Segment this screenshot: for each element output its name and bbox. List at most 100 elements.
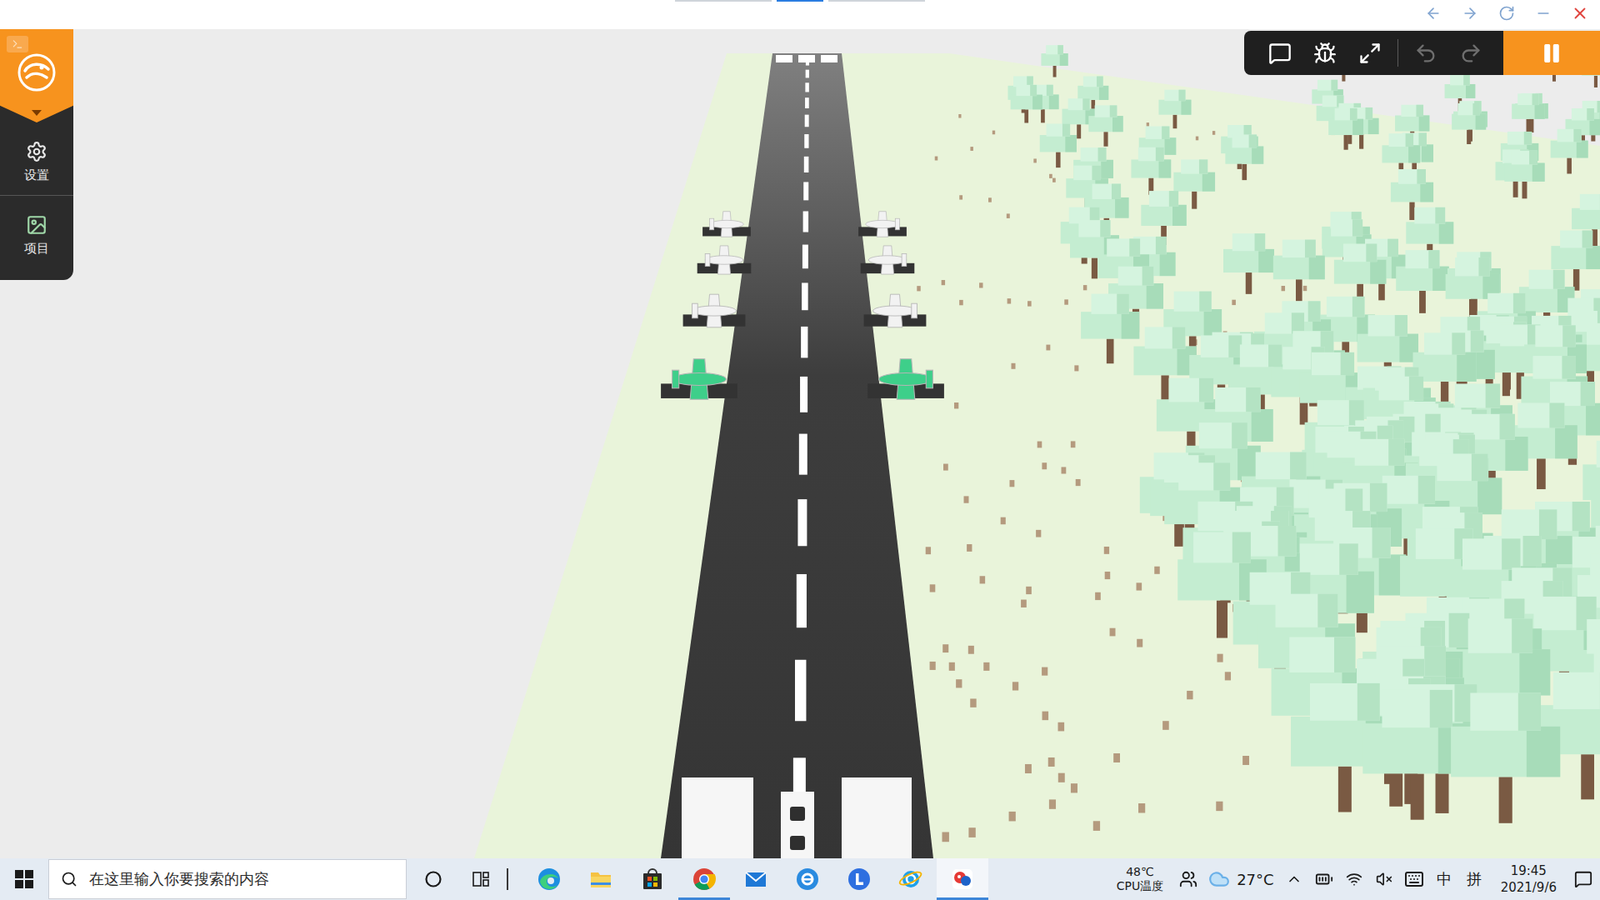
- voxel-tree: [1550, 129, 1589, 175]
- tab-indicator[interactable]: [776, 0, 824, 2]
- taskbar-app[interactable]: [678, 858, 730, 900]
- undo-button[interactable]: [1403, 30, 1449, 75]
- cortana-icon: [424, 870, 443, 889]
- comment-icon: [1268, 41, 1292, 65]
- screen: 设置项目在这里输入你要搜索的内容 48℃CPU温度 27°C 中拼19:452021/…: [0, 0, 1600, 900]
- close-button[interactable]: [1570, 3, 1590, 24]
- show-hidden-icons-button[interactable]: [1280, 858, 1308, 900]
- back-button[interactable]: [1423, 3, 1444, 24]
- voxel-tree: [1225, 134, 1264, 180]
- redo-button[interactable]: [1448, 30, 1494, 75]
- internet-explorer-icon: [898, 866, 924, 892]
- airplane: [867, 359, 945, 400]
- task-view-icon: [471, 870, 490, 889]
- network-button[interactable]: [1340, 858, 1368, 900]
- fullscreen-button[interactable]: [1347, 30, 1393, 75]
- runway-marking: [805, 82, 809, 92]
- touch-keyboard-button[interactable]: [1400, 858, 1428, 900]
- taskbar-app[interactable]: [523, 858, 575, 900]
- runway-marking: [803, 210, 809, 232]
- fullscreen-icon: [1358, 41, 1382, 65]
- caret-icon[interactable]: [31, 110, 42, 116]
- chevron-up-icon: [1285, 870, 1303, 888]
- wifi-icon: [1345, 870, 1363, 888]
- tab-indicator[interactable]: [675, 0, 772, 2]
- start-button[interactable]: [0, 858, 49, 900]
- title-bar: [0, 0, 1600, 30]
- clock[interactable]: 19:452021/9/6: [1490, 858, 1567, 900]
- tab-strip: [675, 0, 925, 2]
- store-icon: [640, 866, 665, 892]
- cloud-icon: [1208, 868, 1230, 890]
- voxel-tree: [1130, 147, 1171, 195]
- taskbar-app[interactable]: [885, 858, 937, 900]
- tab-indicator[interactable]: [828, 0, 925, 2]
- notification-button[interactable]: [1570, 858, 1597, 900]
- airplane: [660, 359, 738, 400]
- system-tray: 48℃CPU温度 27°C 中拼19:452021/9/6: [1108, 858, 1600, 900]
- runway-marking: [796, 574, 807, 628]
- forward-button[interactable]: [1460, 3, 1480, 24]
- voxel-tree: [1040, 45, 1068, 77]
- task-view-button[interactable]: [460, 858, 502, 900]
- voxel-tree: [1450, 618, 1550, 738]
- runway-marking: [805, 115, 810, 128]
- airplane: [683, 294, 746, 328]
- airplane: [697, 245, 752, 275]
- voxel-tree: [1080, 294, 1140, 365]
- battery-button[interactable]: [1310, 858, 1338, 900]
- voxel-tree: [1173, 159, 1215, 209]
- browser-icon: [795, 866, 820, 892]
- sidebar-item[interactable]: 项目: [0, 195, 74, 269]
- ime-indicator[interactable]: 拼: [1460, 858, 1488, 900]
- taskbar: 在这里输入你要搜索的内容 48℃CPU温度 27°C 中拼19:452021/9/6: [0, 858, 1600, 900]
- taskbar-app[interactable]: [781, 858, 834, 900]
- taskbar-separator: [506, 868, 509, 890]
- taskbar-app[interactable]: [626, 858, 679, 900]
- volume-button[interactable]: [1370, 858, 1398, 900]
- pause-button[interactable]: [1503, 30, 1600, 75]
- ime-indicator[interactable]: 中: [1430, 858, 1458, 900]
- runway-marking: [805, 70, 810, 79]
- game-viewport[interactable]: [0, 29, 1600, 859]
- voxel-tree: [1040, 123, 1077, 168]
- cpu-temperature[interactable]: 48℃CPU温度: [1108, 865, 1172, 895]
- runway-marking: [795, 660, 806, 721]
- volume-muted-icon: [1375, 870, 1393, 888]
- sidebar-item[interactable]: 设置: [0, 122, 74, 195]
- search-box[interactable]: 在这里输入你要搜索的内容: [48, 859, 407, 900]
- debug-button[interactable]: [1302, 30, 1348, 75]
- people-button[interactable]: [1175, 858, 1202, 900]
- terminal-icon: [11, 38, 24, 50]
- runway-marking: [800, 326, 808, 359]
- runway-marking: [800, 376, 808, 413]
- reload-button[interactable]: [1496, 3, 1517, 24]
- mail-icon: [743, 866, 769, 892]
- toolbar-divider: [1397, 39, 1399, 67]
- voxel-tree: [1504, 150, 1545, 200]
- chrome-icon: [691, 866, 717, 892]
- cortana-button[interactable]: [406, 858, 460, 900]
- runway-marking: [802, 245, 809, 270]
- arrow-right-icon: [1461, 5, 1479, 22]
- reload-icon: [1498, 5, 1515, 22]
- voxel-tree: [1273, 240, 1325, 302]
- minimize-button[interactable]: [1533, 3, 1554, 24]
- taskbar-app[interactable]: [575, 858, 627, 900]
- taskbar-app[interactable]: [936, 858, 989, 900]
- voxel-tree: [1158, 90, 1191, 130]
- comment-button[interactable]: [1257, 30, 1303, 75]
- taskbar-app[interactable]: [833, 858, 885, 900]
- pause-icon: [1540, 41, 1564, 65]
- side-panel-header: [0, 29, 74, 123]
- edge-icon: [536, 866, 562, 892]
- people-icon: [1179, 870, 1198, 889]
- voxel-tree: [1450, 692, 1560, 823]
- taskbar-app[interactable]: [730, 858, 782, 900]
- console-button[interactable]: [6, 35, 29, 53]
- window-controls: [1423, 0, 1600, 27]
- file-explorer-icon: [588, 866, 614, 892]
- weather-button[interactable]: 27°C: [1205, 858, 1277, 900]
- voxel-tree: [1328, 108, 1364, 150]
- notification-icon: [1574, 870, 1593, 889]
